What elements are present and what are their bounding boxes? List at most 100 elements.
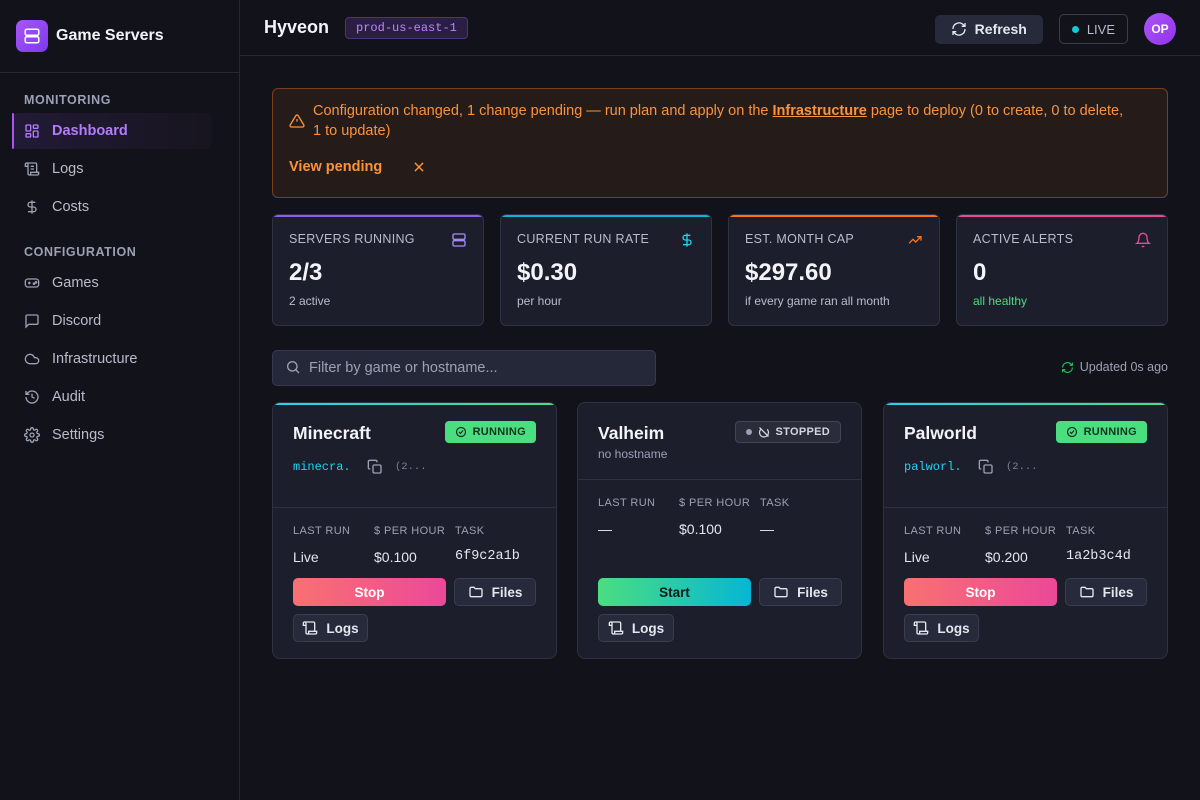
copy-icon[interactable] [978, 459, 994, 475]
host-row: palworl... (2... [904, 459, 1038, 475]
files-label: Files [491, 584, 523, 600]
server-meta: LAST RUN — $ PER HOUR $0.100 TASK — [598, 497, 841, 537]
stat-card-run-rate: CURRENT RUN RATE $0.30 per hour [500, 214, 712, 326]
card-divider [273, 507, 556, 508]
hostname-link[interactable]: minecra... [293, 460, 353, 474]
task-value: 1a2b3c4d [1066, 549, 1131, 564]
start-button[interactable]: Start [598, 578, 751, 606]
brand[interactable]: Game Servers [0, 0, 239, 73]
card-divider [884, 507, 1167, 508]
sidebar-item-audit[interactable]: Audit [12, 379, 211, 415]
stop-button[interactable]: Stop [293, 578, 446, 606]
host-ip: (2... [1006, 461, 1038, 473]
last-run-value: — [598, 521, 612, 537]
live-indicator[interactable]: LIVE [1058, 14, 1128, 44]
avatar[interactable]: OP [1144, 13, 1176, 45]
top-header: Hyveon prod-us-east-1 Refresh LIVE OP [240, 0, 1200, 56]
server-card-minecraft: Minecraft RUNNING minecra... (2... LAST … [272, 402, 557, 659]
files-button[interactable]: Files [759, 578, 842, 606]
scroll-icon [608, 621, 624, 635]
stat-value: 2/3 [289, 259, 323, 286]
search-input[interactable] [309, 360, 639, 376]
stat-sub: all healthy [973, 294, 1028, 308]
per-hour-label: $ PER HOUR [374, 525, 446, 537]
sidebar-item-infrastructure[interactable]: Infrastructure [12, 341, 211, 377]
dollar-icon [24, 199, 40, 215]
logs-button[interactable]: Logs [904, 614, 979, 642]
stop-button[interactable]: Stop [904, 578, 1057, 606]
header-actions: Refresh LIVE OP [934, 13, 1176, 45]
logs-button[interactable]: Logs [293, 614, 368, 642]
stat-value: $0.30 [517, 259, 578, 286]
refresh-icon [952, 22, 966, 36]
live-dot-icon [1071, 25, 1079, 33]
sync-icon [1061, 361, 1073, 373]
last-run-label: LAST RUN [598, 497, 656, 509]
cloud-icon [24, 351, 40, 367]
server-card-valheim: Valheim STOPPED no hostname LAST RUN — $ … [577, 402, 862, 659]
last-run-value: Live [904, 549, 930, 565]
check-circle-icon [1066, 426, 1077, 438]
chat-icon [24, 313, 40, 329]
per-hour-value: $0.100 [374, 549, 417, 565]
refresh-button[interactable]: Refresh [934, 14, 1043, 44]
stat-sub: per hour [517, 294, 562, 308]
alert-message: Configuration changed, 1 change pending … [313, 101, 1127, 141]
sidebar-item-label: Settings [52, 427, 105, 443]
card-divider [578, 479, 861, 480]
server-icon [451, 232, 467, 251]
sidebar-item-label: Costs [52, 199, 90, 215]
live-label: LIVE [1086, 21, 1115, 37]
sidebar-item-costs[interactable]: Costs [12, 189, 211, 225]
files-label: Files [1102, 584, 1134, 600]
last-run-label: LAST RUN [904, 525, 962, 537]
infrastructure-link[interactable]: Infrastructure [773, 103, 867, 119]
stat-label: SERVERS RUNNING [289, 232, 415, 246]
nav-heading: MONITORING [24, 93, 112, 107]
sidebar-item-dashboard[interactable]: Dashboard [12, 113, 211, 149]
warning-icon [289, 113, 305, 132]
stat-sub: 2 active [289, 294, 331, 308]
sidebar-item-logs[interactable]: Logs [12, 151, 211, 187]
host-row: minecra... (2... [293, 459, 427, 475]
server-meta: LAST RUN Live $ PER HOUR $0.100 TASK 6f9c2a… [293, 525, 536, 565]
sidebar-item-settings[interactable]: Settings [12, 417, 211, 453]
nav-section-monitoring: MONITORING Dashboard Logs Costs [0, 89, 239, 225]
updated-text: Updated 0s ago [1079, 360, 1168, 374]
files-button[interactable]: Files [454, 578, 536, 606]
server-card-palworld: Palworld RUNNING palworl... (2... LAST R… [883, 402, 1168, 659]
stat-label: CURRENT RUN RATE [517, 232, 650, 246]
view-pending-button[interactable]: View pending [289, 159, 382, 175]
sidebar: Game Servers MONITORING Dashboard Logs C… [0, 0, 240, 800]
sidebar-item-discord[interactable]: Discord [12, 303, 211, 339]
dollar-icon [679, 232, 695, 251]
no-hostname: no hostname [598, 447, 668, 461]
nav-heading: CONFIGURATION [24, 245, 137, 259]
power-off-icon [758, 427, 769, 438]
sidebar-item-games[interactable]: Games [12, 265, 211, 301]
dashboard-icon [24, 123, 40, 139]
config-change-alert: Configuration changed, 1 change pending … [272, 88, 1168, 198]
server-name: Minecraft [293, 423, 371, 443]
stat-value: $297.60 [745, 259, 832, 286]
task-label: TASK [1066, 525, 1096, 537]
logs-label: Logs [631, 620, 665, 636]
status-badge: RUNNING [444, 421, 536, 443]
folder-icon [1079, 586, 1094, 598]
copy-icon[interactable] [367, 459, 383, 475]
alert-text-before: Configuration changed, 1 change pending … [313, 103, 773, 119]
filter-box [272, 350, 656, 386]
files-button[interactable]: Files [1065, 578, 1147, 606]
per-hour-label: $ PER HOUR [679, 497, 751, 509]
logs-button[interactable]: Logs [598, 614, 674, 642]
per-hour-label: $ PER HOUR [985, 525, 1057, 537]
task-value: 6f9c2a1b [455, 549, 520, 564]
status-label: RUNNING [472, 426, 526, 438]
server-name: Valheim [598, 423, 665, 443]
sidebar-item-label: Discord [52, 313, 102, 329]
page-title: Hyveon [264, 17, 330, 37]
sidebar-item-label: Infrastructure [52, 351, 138, 367]
logs-label: Logs [937, 620, 970, 636]
hostname-link[interactable]: palworl... [904, 460, 964, 474]
close-icon[interactable] [412, 160, 426, 174]
